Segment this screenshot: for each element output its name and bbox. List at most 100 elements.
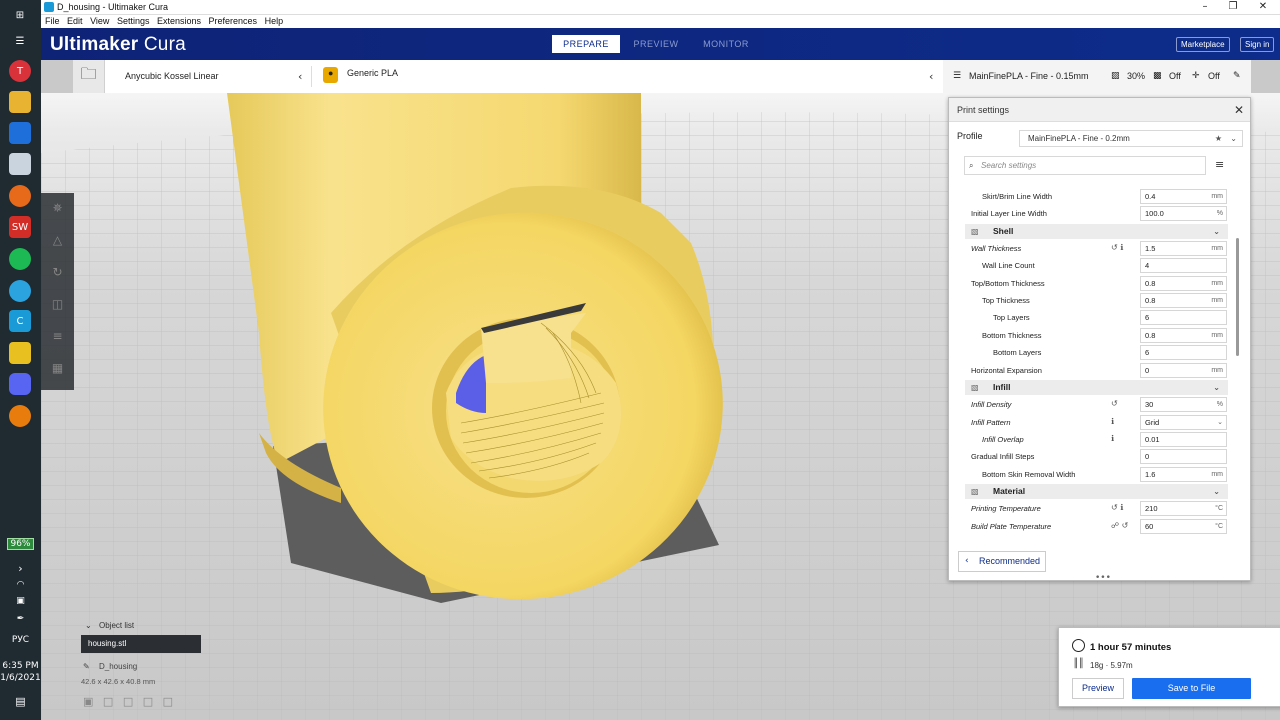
- setting-value-input[interactable]: 1.6 mm: [1140, 466, 1227, 482]
- app-t-icon[interactable]: T: [9, 60, 31, 82]
- object-list-header[interactable]: ⌄ Object list: [85, 621, 134, 630]
- tool-panel: ✵ △ ↻ ◫ ≡ ▦: [41, 193, 74, 390]
- setting-value-input[interactable]: 210 °C: [1140, 501, 1227, 517]
- open-file-button[interactable]: 🗀: [73, 60, 105, 93]
- menu-settings[interactable]: Settings: [116, 15, 151, 27]
- setting-value-input[interactable]: 100.0%: [1140, 206, 1227, 222]
- menu-edit[interactable]: Edit: [66, 15, 84, 27]
- menu-extensions[interactable]: Extensions: [156, 15, 202, 27]
- tab-preview[interactable]: PREVIEW: [622, 35, 690, 53]
- per-model-settings-icon[interactable]: ≡: [48, 327, 67, 346]
- notification-icon[interactable]: ▤: [0, 695, 41, 708]
- tray-icons[interactable]: ▣: [0, 596, 41, 606]
- clock-time[interactable]: 6:35 PM: [0, 661, 41, 671]
- firefox-icon[interactable]: [9, 185, 31, 207]
- recommended-button[interactable]: ‹ Recommended: [958, 551, 1046, 572]
- printer-toolbar: 🗀 Anycubic Kossel Linear ‹ ● Generic PLA…: [73, 60, 1251, 93]
- view-top-icon[interactable]: □: [123, 695, 133, 708]
- setting-value-input[interactable]: 1.5 mm: [1140, 241, 1227, 257]
- print-settings-summary[interactable]: ☰ MainFinePLA - Fine - 0.15mm ▨ 30% ▩ Of…: [943, 60, 1251, 93]
- minimize-button[interactable]: –: [1191, 0, 1219, 15]
- setting-value-input[interactable]: 0.8 mm: [1140, 275, 1227, 291]
- settings-scrollbar[interactable]: [1236, 238, 1239, 356]
- tab-prepare[interactable]: PREPARE: [552, 35, 620, 53]
- save-to-file-button[interactable]: Save to File: [1132, 678, 1251, 699]
- setting-value-input[interactable]: 6: [1140, 310, 1227, 326]
- object-list-item[interactable]: housing.stl: [81, 635, 201, 653]
- sign-in-button[interactable]: Sign in: [1240, 37, 1275, 52]
- material-name[interactable]: Generic PLA: [347, 60, 398, 93]
- store-icon[interactable]: [9, 122, 31, 144]
- app-cloud-icon[interactable]: [9, 153, 31, 175]
- star-icon[interactable]: ★: [1215, 131, 1222, 146]
- language-indicator[interactable]: РУС: [0, 635, 41, 645]
- setting-value-input[interactable]: 30%: [1140, 397, 1227, 413]
- solidworks-icon[interactable]: SW: [9, 216, 31, 238]
- setting-value-input[interactable]: Grid ⌄: [1140, 414, 1227, 430]
- tab-monitor[interactable]: MONITOR: [692, 35, 760, 53]
- support-blocker-icon[interactable]: ▦: [48, 359, 67, 378]
- telegram-icon[interactable]: [9, 280, 31, 302]
- app-yellow-icon[interactable]: [9, 342, 31, 364]
- spotify-icon[interactable]: [9, 248, 31, 270]
- view-left-icon[interactable]: □: [143, 695, 153, 708]
- blender-icon[interactable]: [9, 405, 31, 427]
- menu-view[interactable]: View: [89, 15, 110, 27]
- cura-taskbar-icon[interactable]: C: [9, 310, 31, 332]
- setting-action-icons[interactable]: ↺ ℹ: [1111, 503, 1123, 512]
- windows-start-icon[interactable]: ⊞: [9, 4, 31, 26]
- material-selector[interactable]: ●: [323, 67, 338, 83]
- resize-handle-icon[interactable]: •••: [1095, 573, 1111, 583]
- setting-value-input[interactable]: 0: [1140, 449, 1227, 465]
- menu-help[interactable]: Help: [264, 15, 285, 27]
- close-button[interactable]: ✕: [1249, 0, 1277, 15]
- hamburger-menu-icon[interactable]: ≡: [1215, 158, 1224, 171]
- setting-value-input[interactable]: 4: [1140, 258, 1227, 274]
- tray-expand-icon[interactable]: ›: [0, 562, 41, 575]
- setting-value-input[interactable]: 0.01: [1140, 431, 1227, 447]
- scale-tool-icon[interactable]: △: [48, 231, 67, 250]
- setting-unit: mm: [1211, 245, 1223, 253]
- pen-icon[interactable]: ✒: [0, 614, 41, 624]
- profile-dropdown[interactable]: MainFinePLA - Fine - 0.2mm ★ ⌄: [1019, 130, 1243, 147]
- task-view-icon[interactable]: ☰: [9, 30, 31, 52]
- view-front-icon[interactable]: □: [103, 695, 113, 708]
- setting-value: 0.8: [1145, 278, 1156, 288]
- setting-value-input[interactable]: 0.8 mm: [1140, 327, 1227, 343]
- marketplace-button[interactable]: Marketplace: [1176, 37, 1230, 52]
- setting-value-input[interactable]: 0 mm: [1140, 362, 1227, 378]
- category-material[interactable]: ▧ Material ⌄: [965, 483, 1228, 499]
- printer-selector[interactable]: Anycubic Kossel Linear: [125, 60, 265, 93]
- category-shell[interactable]: ▧ Shell ⌄: [965, 223, 1228, 239]
- setting-action-icons[interactable]: ℹ: [1111, 417, 1114, 426]
- setting-action-icons[interactable]: ℹ: [1111, 434, 1114, 443]
- maximize-button[interactable]: ❐: [1219, 0, 1247, 15]
- battery-indicator[interactable]: 96%: [0, 538, 41, 550]
- preview-button[interactable]: Preview: [1072, 678, 1124, 699]
- view-right-icon[interactable]: □: [163, 695, 173, 708]
- chevron-left-icon[interactable]: ‹: [298, 60, 302, 93]
- close-icon[interactable]: ✕: [1234, 98, 1244, 122]
- category-infill[interactable]: ▧ Infill ⌄: [965, 379, 1228, 395]
- view-3d-icon[interactable]: ▣: [83, 695, 93, 708]
- setting-action-icons[interactable]: ↺ ℹ: [1111, 243, 1123, 252]
- pencil-icon[interactable]: ✎: [83, 662, 90, 671]
- setting-unit: mm: [1211, 366, 1223, 374]
- setting-value-input[interactable]: 0.8 mm: [1140, 293, 1227, 309]
- setting-action-icons[interactable]: ↺: [1111, 399, 1118, 408]
- discord-icon[interactable]: [9, 373, 31, 395]
- setting-value-input[interactable]: 6: [1140, 345, 1227, 361]
- setting-value-input[interactable]: 60 °C: [1140, 518, 1227, 534]
- setting-action-icons[interactable]: ☍ ↺: [1111, 521, 1128, 530]
- search-input[interactable]: ⌕ Search settings: [964, 156, 1206, 175]
- rotate-tool-icon[interactable]: ↻: [48, 263, 67, 282]
- mirror-tool-icon[interactable]: ◫: [48, 295, 67, 314]
- menu-preferences[interactable]: Preferences: [208, 15, 259, 27]
- setting-value-input[interactable]: 0.4 mm: [1140, 189, 1227, 204]
- chevron-left-icon[interactable]: ‹: [929, 60, 933, 93]
- wifi-icon[interactable]: ◠: [0, 580, 41, 590]
- move-tool-icon[interactable]: ✵: [48, 199, 67, 218]
- menu-file[interactable]: File: [44, 15, 61, 27]
- clock-date[interactable]: 1/6/2021: [0, 673, 41, 683]
- file-explorer-icon[interactable]: [9, 91, 31, 113]
